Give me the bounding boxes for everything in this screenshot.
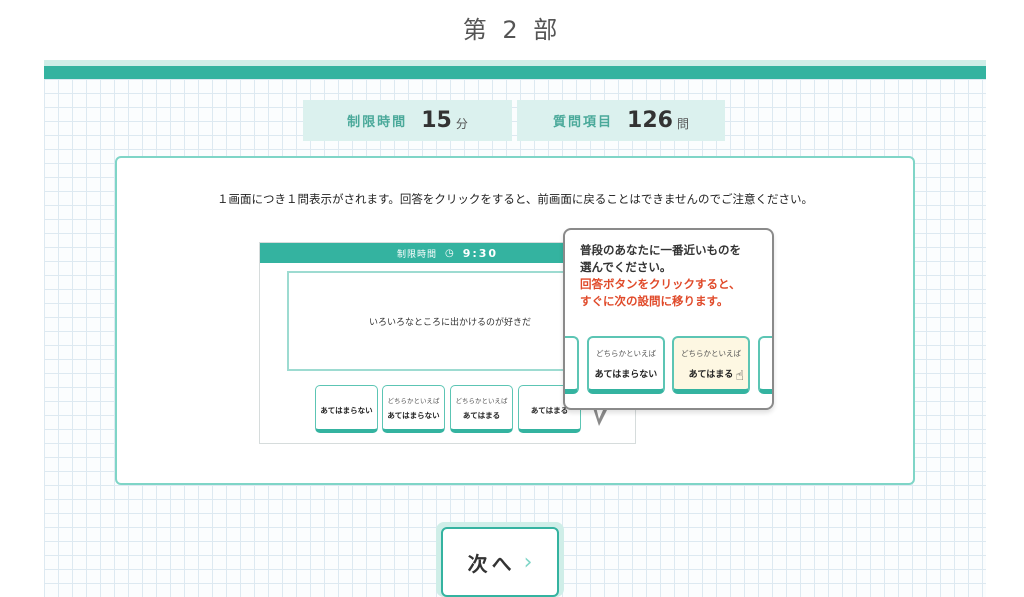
question-count-box: 質問項目 126 問 [517,100,725,141]
example-option-button: あてはまらない [315,385,378,433]
callout-option-button-selected: どちらかといえば あてはまる ☝ [672,336,750,394]
option-qualifier: どちらかといえば [681,348,741,358]
question-count-unit: 問 [676,117,689,131]
clock-icon: ◷ [444,247,455,259]
option-label: あてはまらない [320,405,373,415]
callout-option-button [565,336,579,394]
pointer-hand-icon: ☝ [735,368,744,384]
next-button[interactable]: 次へ › [441,527,559,597]
instruction-card: １画面につき１問表示がされます。回答をクリックをすると、前画面に戻ることはできま… [115,156,915,485]
question-count-value: 126 [627,108,673,133]
option-qualifier: どちらかといえば [387,396,440,405]
example-timer-label: 制限時間 [396,249,437,260]
question-count-label: 質問項目 [553,115,614,130]
callout-text: 普段のあなたに一番近いものを 選んでください。 回答ボタンをクリックすると、 す… [580,242,741,310]
callout-line: 選んでください。 [580,260,672,274]
option-label: あてはまる [530,405,569,415]
option-qualifier: どちらかといえば [455,396,508,405]
example-timer-value: 9:30 [462,246,499,260]
callout-warning-line: すぐに次の設問に移ります。 [580,294,729,308]
callout-line: 普段のあなたに一番近いものを [580,243,741,257]
example-option-button: どちらかといえば あてはまる [450,385,513,433]
time-limit-box: 制限時間 15 分 [303,100,512,141]
option-label: あてはまらない [387,410,440,420]
time-limit-unit: 分 [455,117,468,131]
time-limit-label: 制限時間 [347,115,408,130]
next-button-label: 次へ [467,551,516,576]
option-label: あてはまる [462,410,501,420]
example-option-button: どちらかといえば あてはまらない [382,385,445,433]
time-limit-value: 15 [421,108,452,133]
instruction-text: １画面につき１問表示がされます。回答をクリックをすると、前画面に戻ることはできま… [216,192,814,206]
chevron-right-icon: › [523,549,533,575]
page-title: 第 2 部 [462,16,562,44]
option-label: あてはまらない [594,369,658,380]
callout-warning-line: 回答ボタンをクリックすると、 [580,277,741,291]
callout-option-button: どちらかといえば あてはまらない [587,336,665,394]
callout-option-button [758,336,772,394]
option-label: あてはまる [688,369,734,380]
option-qualifier: どちらかといえば [596,348,656,358]
next-button-frame: 次へ › [436,522,564,597]
callout-bubble: 普段のあなたに一番近いものを 選んでください。 回答ボタンをクリックすると、 す… [563,228,774,410]
